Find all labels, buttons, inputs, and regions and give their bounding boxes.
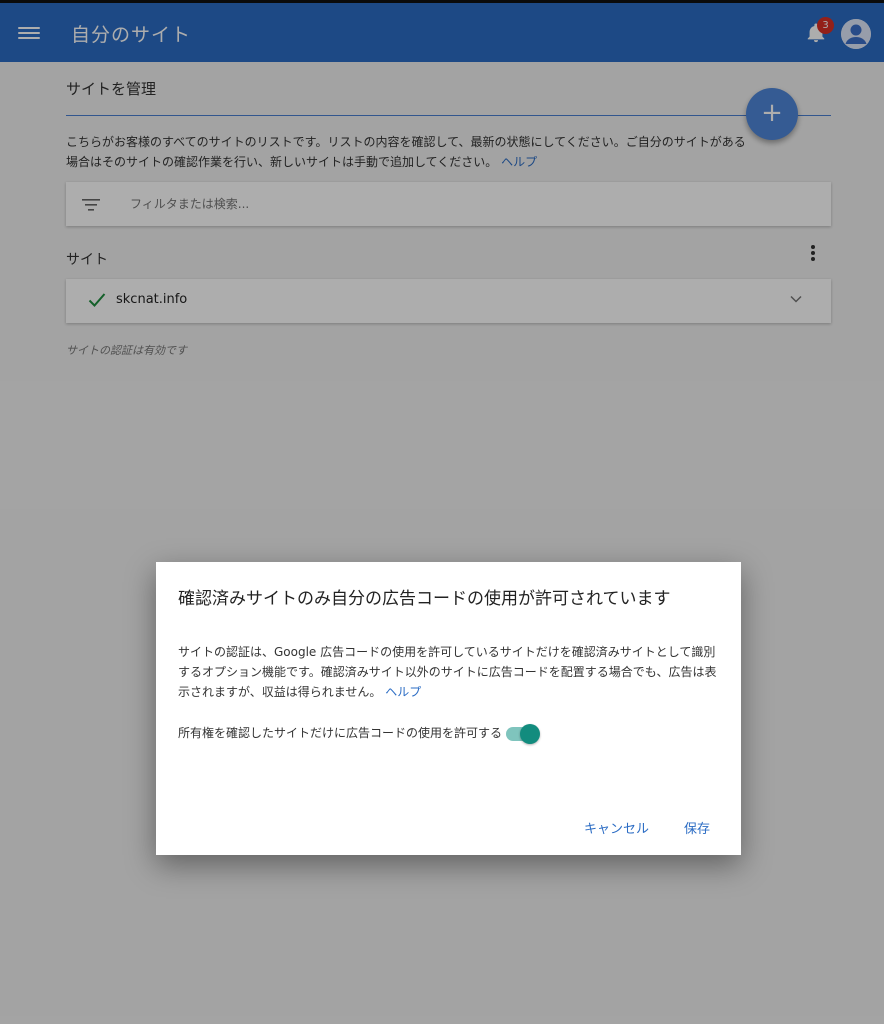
toggle-knob[interactable]	[520, 724, 540, 744]
verification-toggle[interactable]	[506, 723, 540, 744]
dialog-help-link[interactable]: ヘルプ	[385, 685, 421, 699]
dialog-title: 確認済みサイトのみ自分の広告コードの使用が許可されています	[178, 589, 671, 609]
toggle-label: 所有権を確認したサイトだけに広告コードの使用を許可する	[178, 726, 503, 740]
verification-toggle-row: 所有権を確認したサイトだけに広告コードの使用を許可する	[178, 720, 723, 746]
cancel-button[interactable]: キャンセル	[584, 818, 649, 837]
dialog-body: サイトの認証は、Google 広告コードの使用を許可しているサイトだけを確認済み…	[178, 642, 723, 702]
modal-backdrop[interactable]	[0, 0, 884, 1024]
dialog-body-text: サイトの認証は、Google 広告コードの使用を許可しているサイトだけを確認済み…	[178, 645, 717, 699]
site-verification-dialog: 確認済みサイトのみ自分の広告コードの使用が許可されています サイトの認証は、Go…	[156, 562, 741, 855]
save-button[interactable]: 保存	[684, 818, 710, 837]
